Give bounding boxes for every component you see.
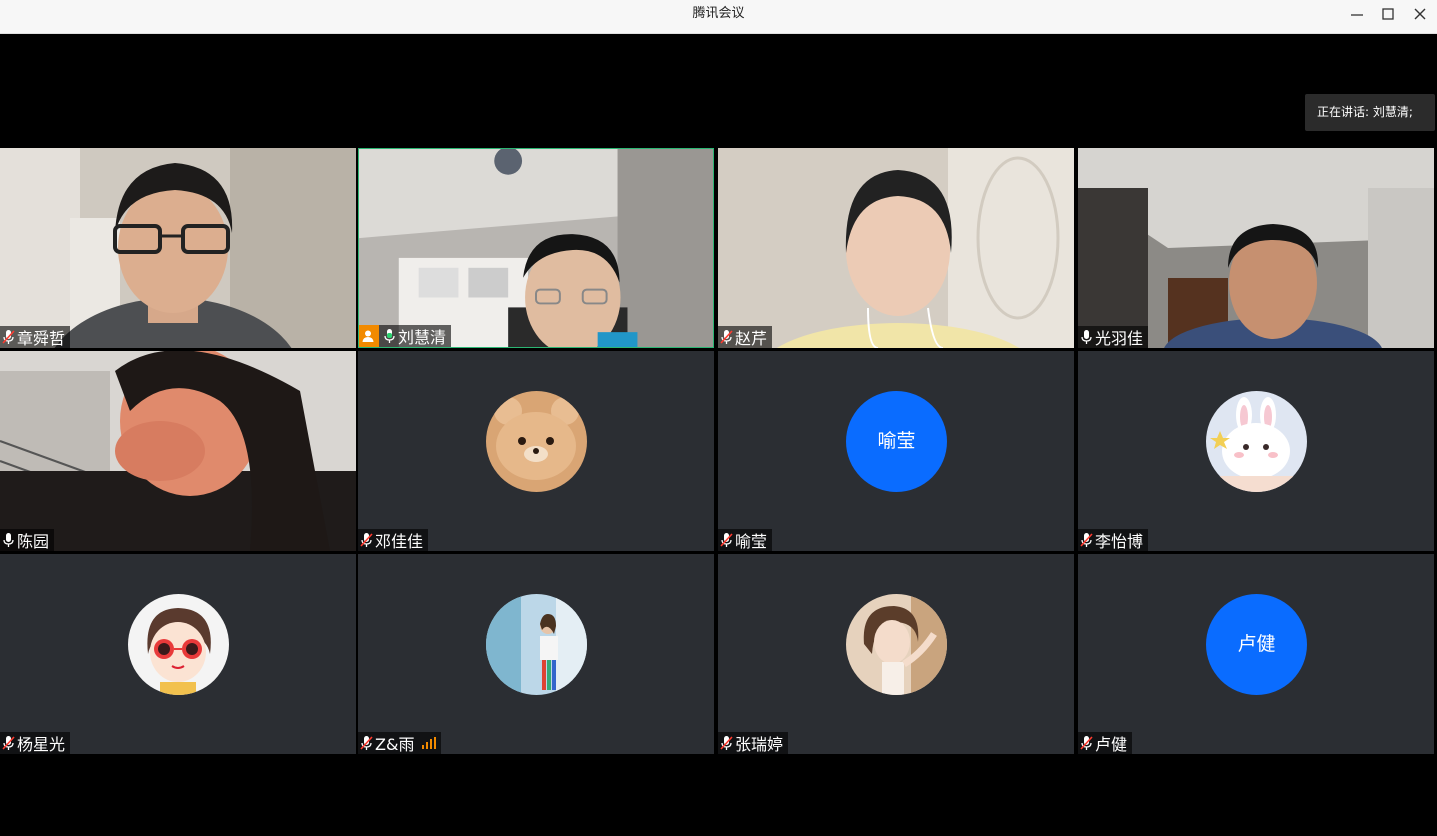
- network-signal-icon: [422, 737, 437, 749]
- participant-grid: 章舜哲 刘慧清 赵芹 光羽佳 陈园 邓佳佳 喻莹 喻莹 李怡博 杨星光 Z&雨 …: [0, 148, 1437, 756]
- bunny-avatar-icon: [1206, 391, 1307, 492]
- video-feed: [359, 149, 713, 347]
- nameplate: 陈园: [0, 529, 55, 551]
- participant-name: 刘慧清: [398, 328, 447, 347]
- participant-name: 张瑞婷: [735, 735, 784, 754]
- nameplate: 杨星光: [0, 732, 71, 754]
- active-speaker-indicator: 正在讲话: 刘慧清;: [1305, 94, 1435, 131]
- nameplate: 卢健: [1078, 732, 1133, 754]
- nameplate: 章舜哲: [0, 326, 71, 348]
- cartoon-girl-avatar-icon: [128, 594, 229, 695]
- participant-tile[interactable]: 张瑞婷: [718, 554, 1074, 754]
- window-title: 腾讯会议: [692, 6, 745, 21]
- nameplate: 李怡博: [1078, 529, 1149, 551]
- participant-tile[interactable]: 喻莹 喻莹: [718, 351, 1074, 551]
- participant-name: 赵芹: [735, 329, 768, 348]
- mic-muted-icon: [1080, 532, 1093, 548]
- participant-name: 卢健: [1095, 735, 1128, 754]
- video-feed: [0, 148, 356, 348]
- nameplate: 光羽佳: [1078, 326, 1149, 348]
- mic-on-icon: [2, 532, 15, 548]
- close-button[interactable]: [1405, 2, 1435, 26]
- participant-tile[interactable]: 杨星光: [0, 554, 356, 754]
- participant-name: Z&雨: [375, 735, 415, 754]
- nameplate: Z&雨: [358, 732, 442, 754]
- minimize-icon: [1351, 14, 1363, 16]
- close-icon: [1414, 8, 1426, 20]
- video-feed: [718, 148, 1074, 348]
- participant-name: 章舜哲: [17, 329, 66, 348]
- photo-avatar-icon: [486, 594, 587, 695]
- bear-avatar-icon: [486, 391, 587, 492]
- host-icon: [359, 325, 379, 347]
- participant-name: 李怡博: [1095, 532, 1144, 551]
- text-avatar: 喻莹: [846, 391, 947, 492]
- participant-tile[interactable]: 卢健 卢健: [1078, 554, 1434, 754]
- mic-muted-icon: [1080, 735, 1093, 751]
- participant-tile[interactable]: 李怡博: [1078, 351, 1434, 551]
- portrait-avatar-icon: [846, 594, 947, 695]
- maximize-button[interactable]: [1373, 2, 1403, 26]
- nameplate: 张瑞婷: [718, 732, 789, 754]
- mic-muted-icon: [2, 329, 15, 345]
- participant-name: 邓佳佳: [375, 532, 424, 551]
- mic-muted-icon: [360, 532, 373, 548]
- mic-active-icon: [383, 328, 396, 344]
- nameplate: 喻莹: [718, 529, 773, 551]
- nameplate: 邓佳佳: [358, 529, 429, 551]
- participant-tile[interactable]: 邓佳佳: [358, 351, 714, 551]
- mic-muted-icon: [720, 329, 733, 345]
- mic-muted-icon: [720, 532, 733, 548]
- participant-name: 陈园: [17, 532, 50, 551]
- title-bar: 腾讯会议: [0, 0, 1437, 34]
- participant-tile[interactable]: 赵芹: [718, 148, 1074, 348]
- participant-tile[interactable]: 刘慧清: [358, 148, 714, 348]
- video-feed: [0, 351, 356, 551]
- maximize-icon: [1382, 8, 1394, 20]
- participant-name: 喻莹: [735, 532, 768, 551]
- text-avatar: 卢健: [1206, 594, 1307, 695]
- participant-tile[interactable]: 光羽佳: [1078, 148, 1434, 348]
- participant-name: 光羽佳: [1095, 329, 1144, 348]
- mic-muted-icon: [360, 735, 373, 751]
- mic-muted-icon: [2, 735, 15, 751]
- nameplate: 刘慧清: [359, 325, 452, 347]
- mic-on-icon: [1080, 329, 1093, 345]
- nameplate: 赵芹: [718, 326, 773, 348]
- minimize-button[interactable]: [1342, 2, 1372, 26]
- participant-name: 杨星光: [17, 735, 66, 754]
- participant-tile[interactable]: Z&雨: [358, 554, 714, 754]
- participant-tile[interactable]: 陈园: [0, 351, 356, 551]
- video-feed: [1078, 148, 1434, 348]
- participant-tile[interactable]: 章舜哲: [0, 148, 356, 348]
- mic-muted-icon: [720, 735, 733, 751]
